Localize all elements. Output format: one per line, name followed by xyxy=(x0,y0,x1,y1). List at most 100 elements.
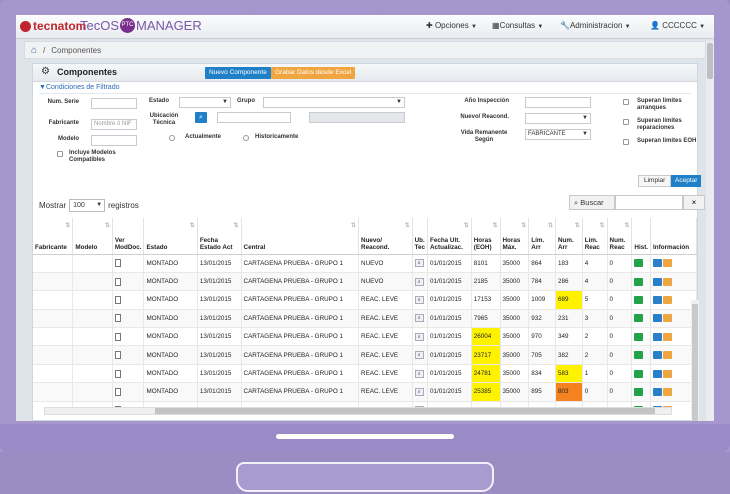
table-row[interactable]: MONTADO13/01/2015CARTAGENA PRUEBA - GRUP… xyxy=(33,364,697,384)
tecnatom-logo[interactable]: tecnatom xyxy=(20,19,86,33)
menu-user[interactable]: 👤 CCCCCC ▼ xyxy=(650,21,705,30)
edit-icon[interactable] xyxy=(663,387,673,396)
column-header[interactable]: Horas Máx. ⇅ xyxy=(500,218,530,255)
actualmente-radio[interactable] xyxy=(169,135,175,141)
info-icon[interactable] xyxy=(653,259,663,268)
aceptar-button[interactable]: Aceptar xyxy=(671,175,702,187)
table-row[interactable]: MONTADO13/01/2015CARTAGENA PRUEBA - GRUP… xyxy=(33,272,697,292)
table-row[interactable]: MONTADO13/01/2015CARTAGENA PRUEBA - GRUP… xyxy=(33,345,697,365)
search-icon[interactable]: ⌕ xyxy=(195,112,207,123)
table-vertical-scrollbar[interactable] xyxy=(691,300,699,421)
document-icon[interactable] xyxy=(114,259,121,268)
info-icon[interactable] xyxy=(653,314,663,323)
column-header[interactable]: Fabricante ⇅ xyxy=(33,218,74,255)
modelo-input[interactable] xyxy=(91,135,137,146)
menu-consultas[interactable]: ▦Consultas ▼ xyxy=(492,21,543,30)
info-icon[interactable] xyxy=(653,332,663,341)
history-icon[interactable] xyxy=(634,351,644,360)
info-icon[interactable] xyxy=(653,369,663,378)
column-header[interactable]: Ver ModDoc. xyxy=(112,218,145,255)
column-header[interactable]: Estado ⇅ xyxy=(143,218,198,255)
column-header[interactable]: Hist. xyxy=(631,218,652,255)
edit-icon[interactable] xyxy=(663,259,673,268)
limpiar-button[interactable]: Limpiar xyxy=(638,175,672,187)
edit-icon[interactable] xyxy=(663,277,673,286)
history-icon[interactable] xyxy=(634,314,644,323)
column-header[interactable]: Fecha Estado Act ⇅ xyxy=(197,218,242,255)
document-icon[interactable] xyxy=(114,295,121,304)
search-icon[interactable]: ⌕ xyxy=(414,314,424,323)
new-component-button[interactable]: Nuevo Componente xyxy=(205,67,271,79)
num-serie-input[interactable] xyxy=(91,98,137,109)
page-scrollbar-thumb[interactable] xyxy=(707,43,713,79)
column-header[interactable]: Fecha Ult. Actualizac. ⇅ xyxy=(427,218,472,255)
column-header[interactable]: Ub. Tec xyxy=(412,218,428,255)
search-icon[interactable]: ⌕ xyxy=(414,277,424,286)
history-icon[interactable] xyxy=(634,295,644,304)
table-vertical-scrollbar-thumb[interactable] xyxy=(692,304,698,421)
history-icon[interactable] xyxy=(634,277,644,286)
incluye-modelos-checkbox[interactable] xyxy=(57,151,63,157)
filter-toggle-link[interactable]: ▼Condiciones de Filtrado xyxy=(39,84,119,91)
document-icon[interactable] xyxy=(114,332,121,341)
edit-icon[interactable] xyxy=(663,351,673,360)
import-excel-button[interactable]: Grabar Datos desde Excel xyxy=(271,67,356,79)
anio-inspeccion-input[interactable] xyxy=(525,97,591,108)
document-icon[interactable] xyxy=(114,277,121,286)
search-icon[interactable]: ⌕ xyxy=(414,295,424,304)
page-scrollbar[interactable] xyxy=(706,41,714,421)
column-header[interactable]: Lím. Reac ⇅ xyxy=(582,218,608,255)
column-header[interactable]: Lím. Arr ⇅ xyxy=(528,218,556,255)
document-icon[interactable] xyxy=(114,387,121,396)
history-icon[interactable] xyxy=(634,387,644,396)
search-input[interactable] xyxy=(615,195,683,210)
edit-icon[interactable] xyxy=(663,332,673,341)
search-icon[interactable]: ⌕ xyxy=(414,259,424,268)
clear-search-button[interactable]: × xyxy=(683,195,705,210)
table-row[interactable]: MONTADO13/01/2015CARTAGENA PRUEBA - GRUP… xyxy=(33,290,697,310)
info-icon[interactable] xyxy=(653,277,663,286)
search-icon[interactable]: ⌕ xyxy=(414,387,424,396)
edit-icon[interactable] xyxy=(663,295,673,304)
fabricante-input[interactable]: Nombre ó NIF xyxy=(91,119,137,130)
ubicacion-input[interactable] xyxy=(217,112,291,123)
edit-icon[interactable] xyxy=(663,314,673,323)
table-horizontal-scrollbar[interactable] xyxy=(44,407,672,415)
menu-administracion[interactable]: 🔧Administracion ▼ xyxy=(560,21,631,30)
vida-remanente-select[interactable]: FABRICANTE ▼ xyxy=(525,129,591,140)
history-icon[interactable] xyxy=(634,369,644,378)
home-icon[interactable]: ⌂ xyxy=(31,45,37,56)
table-horizontal-scrollbar-thumb[interactable] xyxy=(155,408,655,414)
column-header[interactable]: Modelo ⇅ xyxy=(72,218,113,255)
info-icon[interactable] xyxy=(653,295,663,304)
history-icon[interactable] xyxy=(634,332,644,341)
superan-reparaciones-checkbox[interactable] xyxy=(623,119,629,125)
grupo-select[interactable]: ▼ xyxy=(263,97,405,108)
historicamente-radio[interactable] xyxy=(243,135,249,141)
table-row[interactable]: MONTADO13/01/2015CARTAGENA PRUEBA - GRUP… xyxy=(33,309,697,329)
search-icon[interactable]: ⌕ xyxy=(414,332,424,341)
search-icon[interactable]: ⌕ xyxy=(414,351,424,360)
buscar-button[interactable]: ⌕ Buscar xyxy=(569,195,615,210)
nuevo-reacond-select[interactable]: ▼ xyxy=(525,113,591,124)
table-row[interactable]: MONTADO13/01/2015CARTAGENA PRUEBA - GRUP… xyxy=(33,327,697,347)
column-header[interactable]: Num. Arr ⇅ xyxy=(555,218,583,255)
info-icon[interactable] xyxy=(653,351,663,360)
document-icon[interactable] xyxy=(114,314,121,323)
menu-opciones[interactable]: ✚ Opciones ▼ xyxy=(426,21,477,30)
superan-arranques-checkbox[interactable] xyxy=(623,99,629,105)
column-header[interactable]: Horas (EOH) ⇅ xyxy=(471,218,501,255)
edit-icon[interactable] xyxy=(663,369,673,378)
document-icon[interactable] xyxy=(114,351,121,360)
column-header[interactable]: Información xyxy=(650,218,697,255)
column-header[interactable]: Nuevo/ Reacond. ⇅ xyxy=(358,218,413,255)
superan-eoh-checkbox[interactable] xyxy=(623,139,629,145)
table-row[interactable]: MONTADO13/01/2015CARTAGENA PRUEBA - GRUP… xyxy=(33,254,697,273)
info-icon[interactable] xyxy=(653,387,663,396)
search-icon[interactable]: ⌕ xyxy=(414,369,424,378)
column-header[interactable]: Num. Reac ⇅ xyxy=(607,218,633,255)
estado-select[interactable]: ▼ xyxy=(179,97,231,108)
column-header[interactable]: Central ⇅ xyxy=(241,218,360,255)
document-icon[interactable] xyxy=(114,369,121,378)
history-icon[interactable] xyxy=(634,259,644,268)
